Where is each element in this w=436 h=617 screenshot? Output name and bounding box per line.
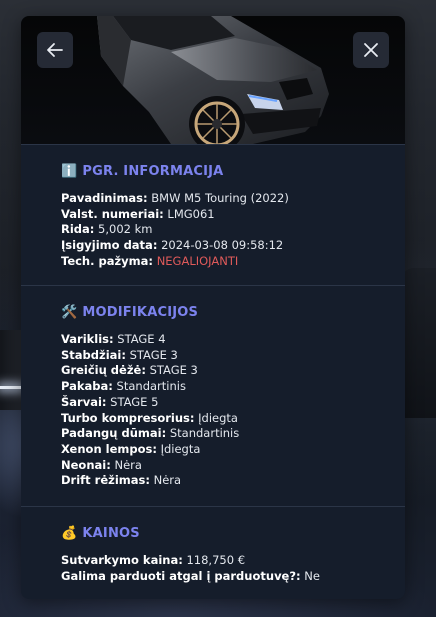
mod-row-transmission: Greičių dėžė: STAGE 3 bbox=[61, 363, 365, 379]
prices-title: 💰 KAINOS bbox=[61, 525, 365, 541]
mod-row-suspension: Pakaba: Standartinis bbox=[61, 379, 365, 395]
back-button[interactable] bbox=[37, 32, 73, 68]
row-label: Stabdžiai: bbox=[61, 347, 126, 362]
row-label: Padangų dūmai: bbox=[61, 426, 167, 441]
price-row-repair: Sutvarkymo kaina: 118,750 € bbox=[61, 553, 365, 569]
section-title-text: KAINOS bbox=[82, 525, 140, 541]
section-title-text: MODIFIKACIJOS bbox=[82, 304, 199, 320]
basic-info-section: ℹ️ PGR. INFORMACIJA Pavadinimas: BMW M5 … bbox=[21, 144, 405, 285]
row-value: STAGE 4 bbox=[117, 332, 166, 346]
row-label: Xenon lempos: bbox=[61, 441, 157, 456]
row-value: Standartinis bbox=[116, 379, 186, 394]
info-icon: ℹ️ bbox=[61, 163, 78, 179]
mod-row-engine: Variklis: STAGE 4 bbox=[61, 332, 365, 348]
tools-icon: 🛠️ bbox=[61, 304, 78, 320]
row-value: STAGE 3 bbox=[149, 363, 198, 378]
row-value: STAGE 3 bbox=[129, 347, 178, 362]
vehicle-image bbox=[97, 16, 329, 144]
row-label: Galima parduoti atgal į parduotuvę?: bbox=[61, 568, 301, 583]
info-row-name: Pavadinimas: BMW M5 Touring (2022) bbox=[61, 191, 365, 207]
vehicle-image-header bbox=[21, 16, 405, 144]
row-value: STAGE 5 bbox=[110, 394, 159, 409]
section-title-text: PGR. INFORMACIJA bbox=[82, 163, 224, 179]
row-label: Pakaba: bbox=[61, 379, 113, 394]
row-value: Įdiegta bbox=[160, 441, 201, 456]
background-car-right bbox=[400, 268, 436, 418]
row-label: Turbo kompresorius: bbox=[61, 410, 195, 425]
row-value: Ne bbox=[304, 568, 320, 583]
row-label: Neonai: bbox=[61, 457, 111, 472]
row-label: Rida: bbox=[61, 222, 95, 237]
row-label: Tech. pažyma: bbox=[61, 253, 154, 268]
price-row-sellback: Galima parduoti atgal į parduotuvę?: Ne bbox=[61, 569, 365, 585]
row-label: Sutvarkymo kaina: bbox=[61, 553, 183, 567]
row-value: 5,002 km bbox=[98, 222, 153, 237]
modifications-title: 🛠️ MODIFIKACIJOS bbox=[61, 304, 365, 320]
mod-row-neons: Neonai: Nėra bbox=[61, 458, 365, 474]
row-value: LMG061 bbox=[167, 206, 215, 221]
mod-row-drift: Drift rėžimas: Nėra bbox=[61, 473, 365, 489]
inspection-status-value: NEGALIOJANTI bbox=[156, 253, 239, 268]
mod-row-tyre-smoke: Padangų dūmai: Standartinis bbox=[61, 426, 365, 442]
row-label: Drift rėžimas: bbox=[61, 473, 150, 488]
row-label: Šarvai: bbox=[61, 394, 107, 409]
row-value: Įdiegta bbox=[198, 410, 238, 425]
row-label: Variklis: bbox=[61, 332, 114, 346]
arrow-left-icon bbox=[47, 43, 63, 57]
mod-row-turbo: Turbo kompresorius: Įdiegta bbox=[61, 411, 365, 427]
basic-info-title: ℹ️ PGR. INFORMACIJA bbox=[61, 163, 365, 179]
vehicle-info-panel: ℹ️ PGR. INFORMACIJA Pavadinimas: BMW M5 … bbox=[21, 16, 405, 599]
mod-row-xenon: Xenon lempos: Įdiegta bbox=[61, 442, 365, 458]
row-value: BMW M5 Touring (2022) bbox=[151, 191, 289, 205]
row-value: 2024-03-08 09:58:12 bbox=[161, 238, 284, 253]
close-icon bbox=[364, 43, 378, 57]
modifications-section: 🛠️ MODIFIKACIJOS Variklis: STAGE 4 Stabd… bbox=[21, 285, 405, 506]
prices-section: 💰 KAINOS Sutvarkymo kaina: 118,750 € Gal… bbox=[21, 506, 405, 599]
info-row-purchase-date: Įsigyjimo data: 2024-03-08 09:58:12 bbox=[61, 238, 365, 254]
row-value: 118,750 € bbox=[186, 553, 246, 567]
row-label: Greičių dėžė: bbox=[61, 363, 146, 378]
row-label: Pavadinimas: bbox=[61, 191, 148, 205]
row-label: Valst. numeriai: bbox=[61, 206, 164, 221]
row-value: Nėra bbox=[114, 457, 142, 472]
info-row-mileage: Rida: 5,002 km bbox=[61, 222, 365, 238]
row-value: Nėra bbox=[153, 473, 182, 488]
row-value: Standartinis bbox=[169, 426, 240, 441]
money-bag-icon: 💰 bbox=[61, 525, 78, 541]
row-label: Įsigyjimo data: bbox=[61, 238, 158, 253]
close-button[interactable] bbox=[353, 32, 389, 68]
mod-row-armor: Šarvai: STAGE 5 bbox=[61, 395, 365, 411]
mod-row-brakes: Stabdžiai: STAGE 3 bbox=[61, 348, 365, 364]
info-row-inspection: Tech. pažyma: NEGALIOJANTI bbox=[61, 254, 365, 270]
info-row-plate: Valst. numeriai: LMG061 bbox=[61, 207, 365, 223]
background-headlight bbox=[0, 386, 22, 389]
